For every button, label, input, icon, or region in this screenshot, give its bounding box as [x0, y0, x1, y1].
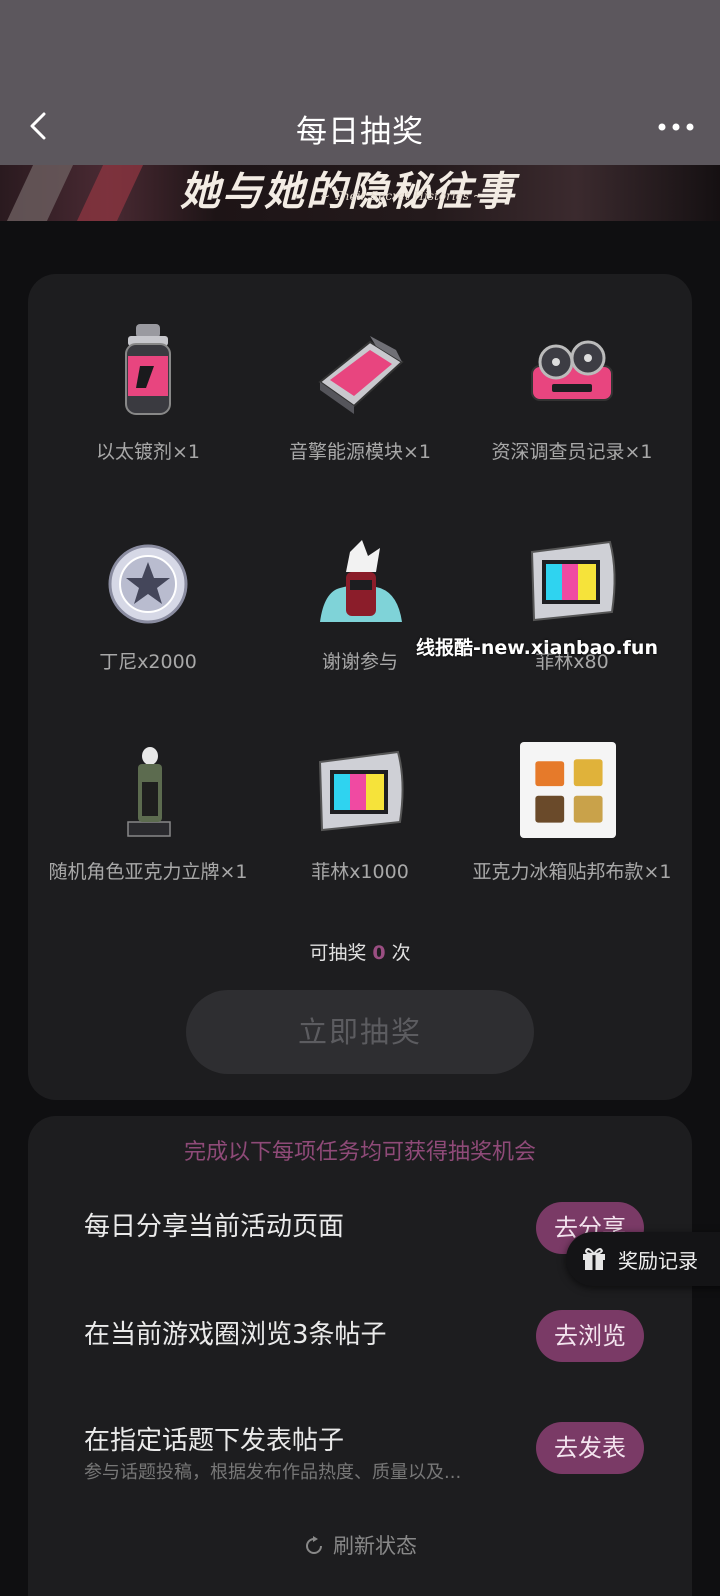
prize-label: 音擎能源模块×1 [288, 441, 431, 463]
watermark-text: 线报酷-new.xianbao.fun [416, 637, 658, 659]
task-card: 完成以下每项任务均可获得抽奖机会 每日分享当前活动页面 去分享 在当前游戏圈浏览… [28, 1116, 692, 1596]
thanks-mascot-icon [320, 540, 402, 622]
refresh-status-button[interactable]: 刷新状态 [28, 1530, 692, 1560]
prize-item: 资深调查员记录×1 [466, 322, 678, 522]
draw-count-suffix: 次 [391, 942, 411, 964]
energy-module-icon [318, 336, 404, 414]
prize-label: 亚克力冰箱贴邦布款×1 [472, 861, 672, 883]
refresh-label: 刷新状态 [333, 1534, 417, 1558]
prize-item: 丁尼x2000 [42, 532, 254, 732]
prize-label: 菲林x1000 [311, 861, 409, 883]
prize-label: 随机角色亚克力立牌×1 [48, 861, 248, 883]
draw-count: 可抽奖 0 次 [28, 938, 692, 965]
task-row-browse: 在当前游戏圈浏览3条帖子 去浏览 [84, 1306, 644, 1386]
task-hint: 完成以下每项任务均可获得抽奖机会 [183, 1140, 536, 1165]
prize-item: 谢谢参与 [254, 532, 466, 732]
ether-canister-icon [125, 324, 171, 415]
prize-grid-card: 以太镀剂×1 音擎能源模块×1 资深调查员记录×1 丁尼x2000 谢谢参与 菲… [28, 274, 692, 1100]
task-text: 在当前游戏圈浏览3条帖子 [84, 1320, 387, 1350]
prize-item: 随机角色亚克力立牌×1 [42, 742, 254, 942]
denny-coin-icon [108, 544, 188, 624]
task-text: 每日分享当前活动页面 [84, 1212, 345, 1242]
prize-label: 以太镀剂×1 [95, 441, 200, 463]
page-title: 每日抽奖 [296, 114, 424, 150]
fridge-magnet-icon [520, 742, 616, 838]
film-icon [318, 750, 404, 832]
prize-item: 音擎能源模块×1 [254, 322, 466, 522]
investigator-record-icon [531, 340, 613, 401]
prize-item: 亚克力冰箱贴邦布款×1 [466, 742, 678, 942]
gift-icon [583, 1248, 605, 1270]
prize-item: 以太镀剂×1 [42, 322, 254, 522]
acrylic-stand-icon [127, 747, 171, 837]
event-banner: 她与她的隐秘往事 ~ Their Secret Histories ~ [0, 165, 720, 221]
draw-now-button[interactable]: 立即抽奖 [186, 990, 534, 1074]
post-button[interactable]: 去发表 [536, 1422, 644, 1474]
more-icon[interactable] [656, 112, 696, 142]
nav-bar: 每日抽奖 [0, 90, 720, 165]
refresh-icon [306, 1536, 322, 1554]
draw-count-number: 0 [372, 942, 386, 964]
reward-record-button[interactable]: 奖励记录 [566, 1232, 720, 1286]
prize-item: 菲林x1000 [254, 742, 466, 942]
draw-count-prefix: 可抽奖 [309, 942, 367, 964]
task-subtext: 参与话题投稿，根据发布作品热度、质量以及... [84, 1462, 462, 1483]
task-row-share: 每日分享当前活动页面 去分享 [84, 1198, 644, 1278]
film-icon [530, 540, 616, 622]
prize-item: 菲林x80 [466, 532, 678, 732]
banner-subtitle: ~ Their Secret Histories ~ [320, 189, 483, 203]
task-row-post: 在指定话题下发表帖子 参与话题投稿，根据发布作品热度、质量以及... 去发表 [84, 1418, 644, 1498]
reward-record-label: 奖励记录 [618, 1249, 698, 1273]
prize-label: 资深调查员记录×1 [491, 441, 653, 463]
status-bar [0, 0, 720, 90]
task-text: 在指定话题下发表帖子 [84, 1426, 345, 1456]
prize-label: 丁尼x2000 [99, 651, 197, 673]
browse-button[interactable]: 去浏览 [536, 1310, 644, 1362]
